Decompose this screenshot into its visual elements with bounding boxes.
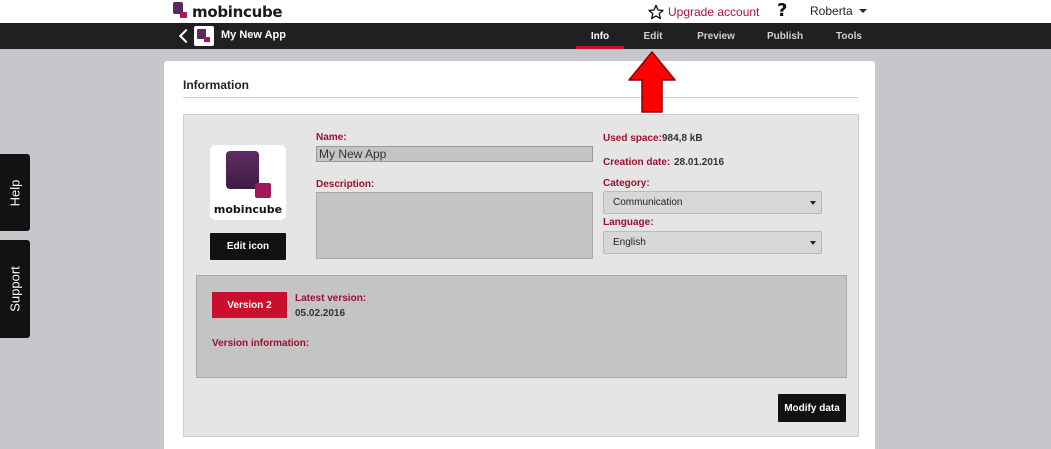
version-information-label: Version information: [212,338,310,349]
information-panel: mobincube Edit icon Name: Description: U… [183,114,859,437]
mobincube-logo-icon [172,1,188,20]
upgrade-account-link[interactable]: Upgrade account [648,2,759,21]
app-navbar: My New App Info Edit Preview Publish Too… [0,23,1051,49]
tab-edit[interactable]: Edit [632,23,674,49]
back-arrow-icon[interactable] [178,28,188,44]
chevron-down-icon [810,201,816,205]
app-icon: mobincube [210,145,286,220]
name-field[interactable] [316,146,593,162]
edit-icon-button[interactable]: Edit icon [210,233,286,260]
top-header: mobincube Upgrade account ? Roberta [0,0,1051,23]
category-select[interactable]: Communication [603,191,822,214]
latest-version-date: 05.02.2016 [295,308,346,319]
star-icon [648,4,664,19]
tab-info[interactable]: Info [576,23,624,49]
tab-publish[interactable]: Publish [762,23,808,49]
creation-date-value: 28.01.2016 [674,157,725,168]
language-value: English [613,237,646,248]
latest-version-label: Latest version: [295,293,367,304]
name-label: Name: [316,132,347,143]
language-select[interactable]: English [603,231,822,254]
information-card: Information mobincube Edit icon Name: De… [164,61,875,449]
used-space-label: Used space: [603,133,662,144]
help-question-icon[interactable]: ? [777,0,787,21]
help-side-label: Help [7,179,23,206]
chevron-down-icon [810,241,816,245]
app-name: My New App [221,29,286,41]
support-side-label: Support [7,266,23,312]
used-space-value: 984,8 kB [662,133,703,144]
category-value: Communication [613,197,683,208]
version-badge[interactable]: Version 2 [212,292,287,318]
title-divider [183,97,858,98]
section-title: Information [183,78,249,92]
brand-logo[interactable]: mobincube [172,0,283,23]
help-side-tab[interactable]: Help [0,154,30,231]
support-side-tab[interactable]: Support [0,240,30,338]
brand-name: mobincube [192,2,283,21]
chevron-down-icon [858,9,867,13]
language-label: Language: [603,217,654,228]
category-label: Category: [603,178,650,189]
modify-data-button[interactable]: Modify data [778,394,846,422]
creation-date-label: Creation date: [603,157,671,168]
description-field[interactable] [316,192,593,259]
app-icon-wordmark: mobincube [213,203,283,216]
app-thumbnail-icon [194,26,214,46]
red-arrow-annotation [628,51,676,113]
user-menu[interactable]: Roberta [810,4,867,18]
upgrade-account-label: Upgrade account [668,4,760,19]
description-label: Description: [316,179,375,190]
user-name: Roberta [810,4,853,18]
version-box: Version 2 Latest version: 05.02.2016 Ver… [196,275,847,378]
tab-tools[interactable]: Tools [830,23,868,49]
tab-preview[interactable]: Preview [690,23,742,49]
